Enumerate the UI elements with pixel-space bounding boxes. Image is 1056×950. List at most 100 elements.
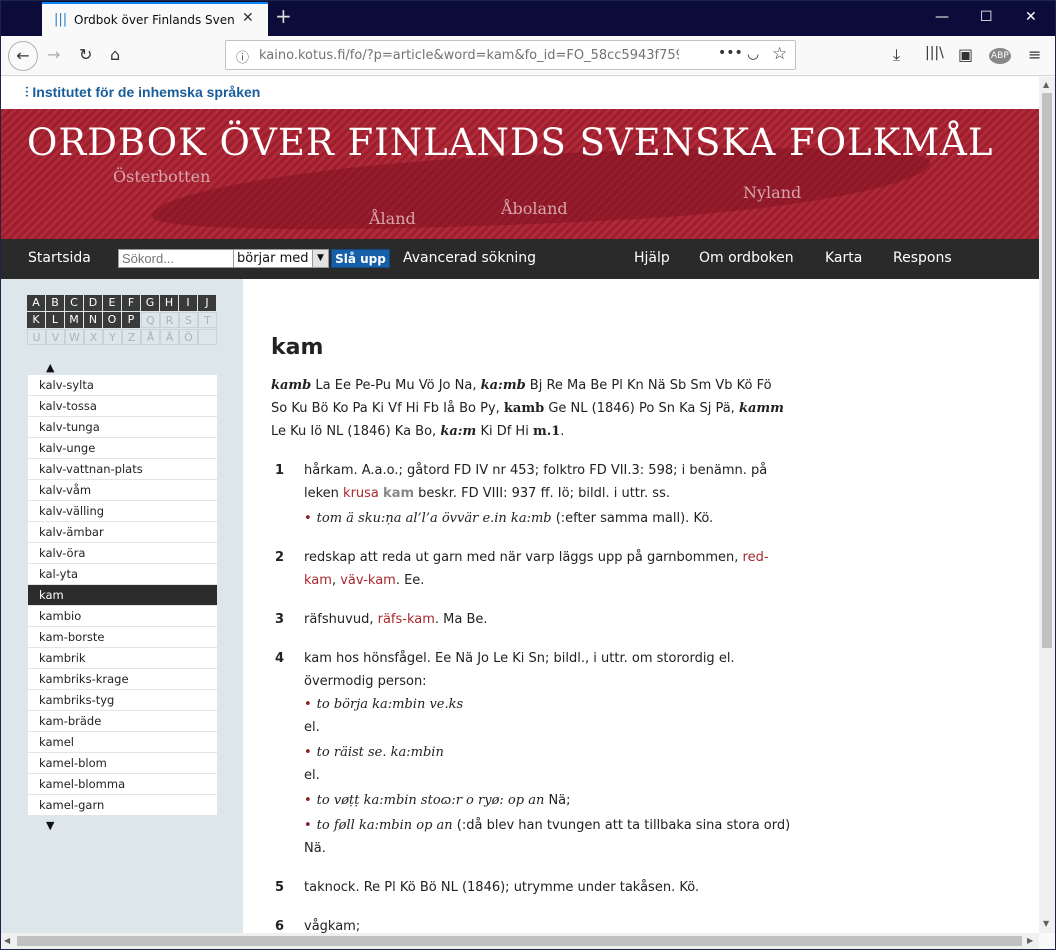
scroll-right-icon[interactable]: ▶ <box>1027 936 1033 945</box>
crossref-link[interactable]: krusa <box>343 486 379 501</box>
scroll-left-icon[interactable]: ◀ <box>4 936 10 945</box>
menu-icon[interactable]: ≡ <box>1028 45 1041 64</box>
letter-link[interactable]: I <box>179 295 198 311</box>
letter-link[interactable]: C <box>65 295 84 311</box>
sidebar-toggle-icon[interactable]: ▣ <box>958 45 973 64</box>
word-list-item[interactable]: kalv-vattnan-plats <box>28 459 217 480</box>
sense-6: 6 vågkam; <box>271 915 791 933</box>
downloads-icon[interactable]: ⤓ <box>893 45 900 65</box>
word-list-item[interactable]: kambriks-krage <box>28 669 217 690</box>
nav-feedback[interactable]: Respons <box>893 250 952 266</box>
word-list-item[interactable]: kalv-ämbar <box>28 522 217 543</box>
horizontal-scroll-thumb[interactable] <box>17 936 1022 946</box>
vertical-scrollbar[interactable]: ▲ ▼ <box>1039 77 1055 933</box>
word-list-item[interactable]: kalv-öra <box>28 543 217 564</box>
minimize-button[interactable]: — <box>935 9 949 25</box>
word-list: kalv-sylta kalv-tossa kalv-tunga kalv-unge k… <box>28 375 217 816</box>
letter-link[interactable]: P <box>122 312 141 328</box>
new-tab-button[interactable]: + <box>275 6 292 26</box>
sense-text: beskr. FD VIII: 937 ff. Iö; bildl. i utt… <box>414 486 670 501</box>
pocket-icon[interactable]: ◡ <box>747 46 759 62</box>
nav-map[interactable]: Karta <box>825 250 862 266</box>
word-list-item[interactable]: kamel-blom <box>28 753 217 774</box>
scroll-down-arrow-icon[interactable]: ▼ <box>46 819 54 832</box>
letter-link[interactable]: H <box>160 295 179 311</box>
word-list-item[interactable]: kalv-tossa <box>28 396 217 417</box>
url-bar[interactable]: ⓘ kaino.kotus.fi/fo/?p=article&word=kam&… <box>225 40 796 70</box>
letter-link[interactable]: B <box>46 295 65 311</box>
page-actions-icon[interactable]: ••• <box>718 45 743 61</box>
letter-link[interactable]: M <box>65 312 84 328</box>
word-list-item[interactable]: kam-borste <box>28 627 217 648</box>
select-value: börjar med <box>237 251 309 266</box>
page-viewport: ⫶ Institutet för de inhemska språken O R D… <box>1 77 1039 933</box>
scroll-down-icon[interactable]: ▼ <box>1043 919 1049 928</box>
word-list-item[interactable]: kam <box>28 585 217 606</box>
word-list-item[interactable]: kambriks-tyg <box>28 690 217 711</box>
letter-link <box>198 329 217 345</box>
institute-logo[interactable]: ⫶ Institutet för de inhemska språken <box>25 84 260 104</box>
scroll-up-arrow-icon[interactable]: ▲ <box>46 361 54 374</box>
browser-tab[interactable]: ||| Ordbok över Finlands Svenska f ✕ <box>42 2 268 36</box>
search-button[interactable]: Slå upp <box>331 249 390 268</box>
letter-link[interactable]: F <box>122 295 141 311</box>
home-button[interactable]: ⌂ <box>110 45 120 64</box>
sense-text: kam hos hönsfågel. Ee Nä Jo Le Ki Sn; bi… <box>304 651 735 689</box>
vertical-scroll-thumb[interactable] <box>1042 93 1052 648</box>
site-info-icon[interactable]: ⓘ <box>236 47 249 66</box>
adblock-icon[interactable]: ABP <box>989 48 1011 64</box>
maximize-button[interactable]: ☐ <box>980 9 993 25</box>
letter-link: Å <box>141 329 160 345</box>
alphabet-index: ABCDEFGHIJ KLMNOPQRST UVWXYZÅÄÖ <box>27 295 219 346</box>
word-list-item[interactable]: kamel-garn <box>28 795 217 816</box>
letter-link[interactable]: G <box>141 295 160 311</box>
nav-advanced-search[interactable]: Avancerad sökning <box>403 250 536 266</box>
nav-about[interactable]: Om ordboken <box>699 250 794 266</box>
tab-close-icon[interactable]: ✕ <box>242 10 254 26</box>
back-button[interactable]: ← <box>8 41 38 71</box>
close-window-button[interactable]: ✕ <box>1025 9 1037 25</box>
letter-link[interactable]: N <box>84 312 103 328</box>
scroll-up-icon[interactable]: ▲ <box>1043 80 1049 89</box>
word-list-item[interactable]: kalv-sylta <box>28 375 217 396</box>
form: kamb <box>271 378 312 393</box>
bullet-icon: • <box>304 793 312 808</box>
reload-button[interactable]: ↻ <box>79 45 92 64</box>
letter-link[interactable]: K <box>27 312 46 328</box>
letter-link[interactable]: D <box>84 295 103 311</box>
nav-startsida[interactable]: Startsida <box>28 250 91 266</box>
letter-link[interactable]: O <box>103 312 122 328</box>
forward-button[interactable]: → <box>47 45 60 64</box>
letter-link: R <box>160 312 179 328</box>
sidebar: ABCDEFGHIJ KLMNOPQRST UVWXYZÅÄÖ ▲ kalv-s… <box>1 279 243 933</box>
url-text[interactable]: kaino.kotus.fi/fo/?p=article&word=kam&fo… <box>259 48 679 63</box>
navigation-toolbar: ← → ↻ ⌂ ⓘ kaino.kotus.fi/fo/?p=article&w… <box>1 36 1055 76</box>
match-mode-select[interactable]: börjar med ▼ <box>233 249 329 268</box>
word-list-item[interactable]: kalv-våm <box>28 480 217 501</box>
letter-link[interactable]: A <box>27 295 46 311</box>
sense-1: 1 hårkam. A.a.o.; gåtord FD IV nr 453; f… <box>271 459 791 530</box>
form: kamm <box>738 401 784 416</box>
word-list-item[interactable]: kalv-tunga <box>28 417 217 438</box>
letter-link[interactable]: J <box>198 295 217 311</box>
search-input[interactable] <box>118 249 234 268</box>
crossref-link[interactable]: räfs-kam <box>378 612 435 627</box>
word-list-item[interactable]: kambio <box>28 606 217 627</box>
word-list-item[interactable]: kalv-unge <box>28 438 217 459</box>
word-list-item[interactable]: kam-bräde <box>28 711 217 732</box>
library-icon[interactable]: |||\ <box>925 45 944 61</box>
letter-link[interactable]: L <box>46 312 65 328</box>
word-list-item[interactable]: kamel-blomma <box>28 774 217 795</box>
highlighted-word: kam <box>383 486 415 501</box>
letter-link[interactable]: E <box>103 295 122 311</box>
word-list-item[interactable]: kalv-välling <box>28 501 217 522</box>
bookmark-star-icon[interactable]: ☆ <box>772 44 787 64</box>
letter-link: Ö <box>179 329 198 345</box>
crossref-link[interactable]: väv-kam <box>340 573 396 588</box>
word-list-item[interactable]: kamel <box>28 732 217 753</box>
nav-help[interactable]: Hjälp <box>634 250 670 266</box>
word-list-item[interactable]: kambrik <box>28 648 217 669</box>
horizontal-scrollbar[interactable]: ◀ ▶ <box>1 933 1039 949</box>
region-label: Åboland <box>501 199 568 218</box>
word-list-item[interactable]: kal-yta <box>28 564 217 585</box>
